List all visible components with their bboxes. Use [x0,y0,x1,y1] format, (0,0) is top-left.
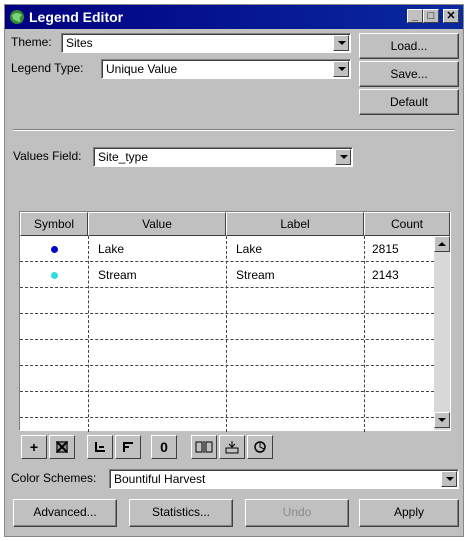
move-up-icon [195,441,213,453]
apply-button-label: Apply [393,505,425,519]
empty-row [20,340,434,366]
value-cell: Lake [98,242,125,256]
minimize-button[interactable]: _ [407,9,423,23]
legend-type-label: Legend Type: [11,61,84,75]
scroll-up-icon[interactable] [434,236,450,252]
values-field-dropdown-value: Site_type [98,150,149,164]
default-button[interactable]: Default [359,89,459,115]
maximize-button[interactable]: □ [423,9,439,23]
window-title: Legend Editor [29,9,124,25]
column-header-label[interactable]: Label [226,212,364,236]
theme-dropdown[interactable]: Sites [61,33,351,53]
theme-label: Theme: [11,35,52,49]
values-field-label: Values Field: [13,149,82,163]
app-globe-icon [10,10,24,24]
column-divider [88,236,89,432]
vertical-scrollbar[interactable] [434,236,450,430]
remove-value-button[interactable] [49,435,75,459]
save-button-label: Save... [390,67,428,81]
title-bar[interactable]: Legend Editor _ □ ✕ [5,5,463,29]
statistics-button-label: Statistics... [151,505,210,519]
null-value-icon: 0 [160,439,168,455]
load-button[interactable]: Load... [359,33,459,59]
column-divider [364,236,365,432]
legend-type-dropdown-value: Unique Value [106,62,178,76]
empty-row [20,314,434,340]
empty-row [20,288,434,314]
values-field-dropdown[interactable]: Site_type [93,147,353,167]
legend-type-dropdown[interactable]: Unique Value [101,59,351,79]
chevron-down-icon[interactable] [441,471,457,487]
properties-button[interactable] [247,435,273,459]
properties-icon [254,441,266,453]
save-button[interactable]: Save... [359,61,459,87]
legend-editor-window: Legend Editor _ □ ✕ Theme: Sites Legend … [4,4,464,537]
column-header-count[interactable]: Count [364,212,450,236]
sort-asc-icon [95,442,105,452]
column-header-value[interactable]: Value [88,212,226,236]
move-down-icon [225,441,239,454]
chevron-down-icon[interactable] [333,35,349,51]
value-cell: Stream [98,268,137,282]
advanced-button-label: Advanced... [33,505,97,519]
move-up-button[interactable] [191,435,217,459]
close-button[interactable]: ✕ [443,9,459,23]
color-schemes-dropdown-value: Bountiful Harvest [114,472,206,486]
column-divider [226,236,227,432]
separator [13,129,455,131]
sort-ascending-button[interactable] [87,435,113,459]
symbol-swatch[interactable] [51,246,58,253]
count-cell: 2143 [372,268,399,282]
sort-desc-icon [123,442,133,452]
statistics-button[interactable]: Statistics... [129,499,233,527]
color-schemes-dropdown[interactable]: Bountiful Harvest [109,469,459,489]
move-down-button[interactable] [219,435,245,459]
chevron-down-icon[interactable] [335,149,351,165]
sort-descending-button[interactable] [115,435,141,459]
theme-dropdown-value: Sites [66,36,93,50]
scroll-down-icon[interactable] [434,412,450,428]
symbol-swatch[interactable] [51,272,58,279]
null-value-button[interactable]: 0 [151,435,177,459]
add-value-button[interactable]: + [21,435,47,459]
default-button-label: Default [389,95,429,109]
empty-row [20,392,434,418]
table-row[interactable]: Lake Lake 2815 [20,236,434,262]
label-cell[interactable]: Stream [236,262,275,288]
undo-button[interactable]: Undo [245,499,349,527]
empty-row [20,366,434,392]
table-row[interactable]: Stream Stream 2143 [20,262,434,288]
count-cell: 2815 [372,242,399,256]
remove-icon [56,441,68,453]
advanced-button[interactable]: Advanced... [13,499,117,527]
undo-button-label: Undo [282,505,312,519]
plus-icon: + [29,439,39,455]
load-button-label: Load... [390,39,428,53]
legend-table: Symbol Value Label Count Lake Lake 2815 … [19,211,451,432]
label-cell[interactable]: Lake [236,236,262,262]
apply-button[interactable]: Apply [359,499,459,527]
column-header-symbol[interactable]: Symbol [20,212,88,236]
color-schemes-label: Color Schemes: [11,471,97,485]
chevron-down-icon[interactable] [333,61,349,77]
